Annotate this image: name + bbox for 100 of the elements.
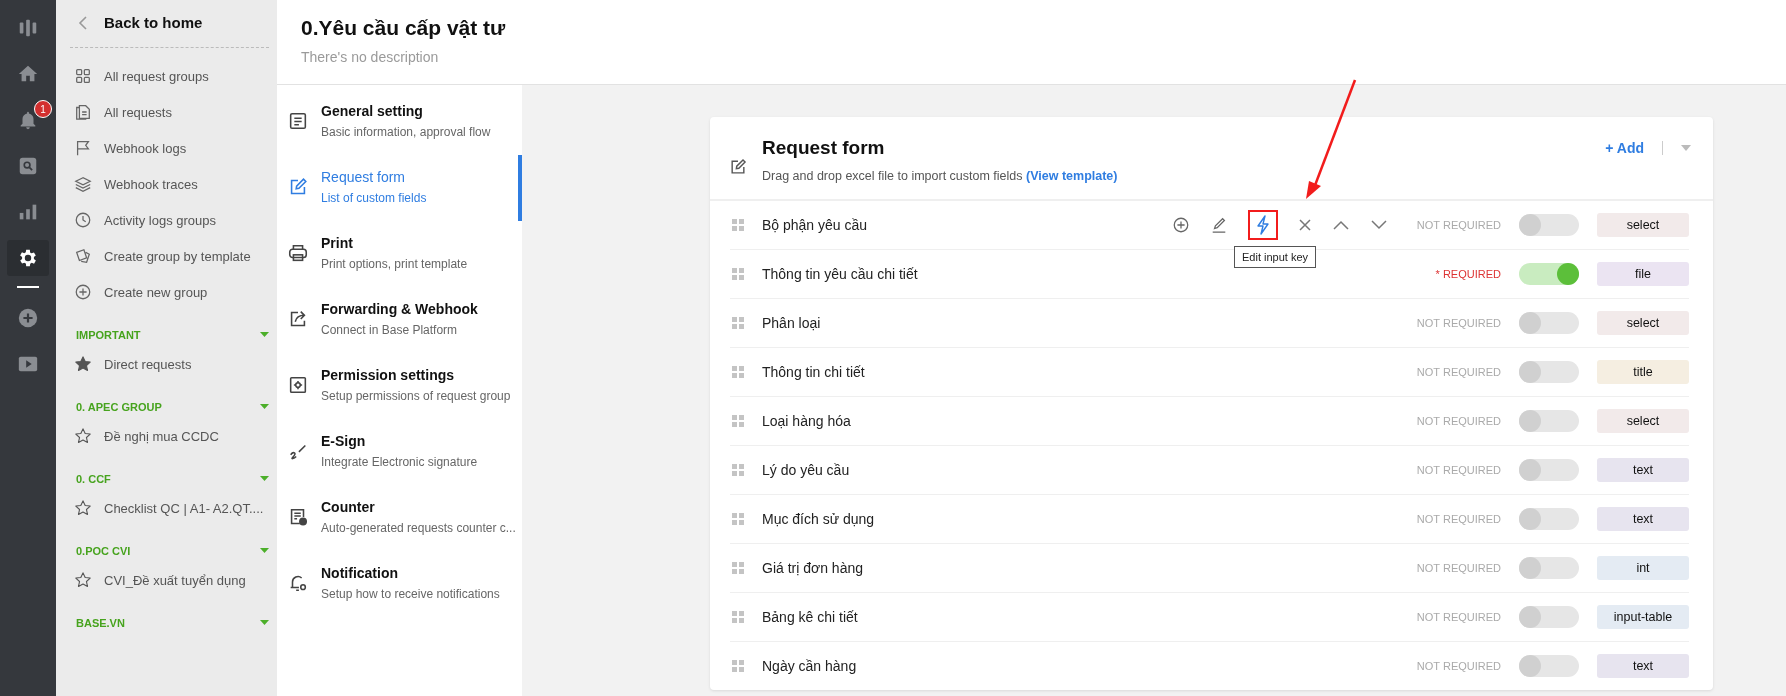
menu-item-subtitle: Setup how to receive notifications [321, 587, 500, 601]
menu-item-subtitle: Integrate Electronic signature [321, 455, 478, 469]
drag-handle-icon[interactable] [732, 660, 744, 672]
caret-down-icon[interactable] [260, 548, 269, 554]
required-toggle[interactable] [1519, 557, 1579, 579]
sidebar-item[interactable]: Đề nghị mua CCDC [70, 418, 269, 454]
field-label: Thông tin chi tiết [762, 364, 866, 380]
settings-menu-item[interactable]: Print Print options, print template [277, 221, 522, 287]
notification-badge: 1 [34, 100, 52, 118]
menu-item-subtitle: List of custom fields [321, 191, 427, 205]
drag-handle-icon[interactable] [732, 219, 744, 231]
required-toggle[interactable] [1519, 312, 1579, 334]
required-toggle[interactable] [1519, 361, 1579, 383]
menu-item-subtitle: Basic information, approval flow [321, 125, 491, 139]
settings-menu-item[interactable]: Permission settings Setup permissions of request group [277, 353, 522, 419]
drag-handle-icon[interactable] [732, 464, 744, 476]
caret-down-icon[interactable] [260, 620, 269, 626]
grid-icon [74, 67, 92, 85]
requirement-label: NOT REQUIRED [1415, 317, 1501, 329]
group-title: IMPORTANT [76, 329, 141, 341]
chevron-up-icon[interactable] [1332, 219, 1350, 231]
required-toggle[interactable] [1519, 263, 1579, 285]
required-toggle[interactable] [1519, 508, 1579, 530]
sidebar-item[interactable]: All request groups [70, 58, 269, 94]
field-type-tag: text [1597, 654, 1689, 678]
settings-menu-item[interactable]: General setting Basic information, approval flow [277, 89, 522, 155]
add-button[interactable]: + Add [1605, 140, 1644, 156]
settings-menu-item[interactable]: Notification Setup how to receive notifications [277, 551, 522, 617]
field-type-tag: select [1597, 311, 1689, 335]
settings-menu-item[interactable]: Counter Auto-generated requests counter c... [277, 485, 522, 551]
caret-down-icon[interactable] [260, 404, 269, 410]
import-hint: Drag and drop excel file to import custom fields (View template) [762, 169, 1119, 183]
field-type-tag: select [1597, 213, 1689, 237]
rail-button[interactable]: 1 [7, 102, 49, 138]
sidebar-item[interactable]: Create new group [70, 274, 269, 310]
field-label: Mục đích sử dụng [762, 511, 876, 527]
menu-item-subtitle: Connect in Base Platform [321, 323, 459, 337]
required-toggle[interactable] [1519, 410, 1579, 432]
caret-down-icon[interactable] [260, 476, 269, 482]
sidebar-item[interactable]: Direct requests [70, 346, 269, 382]
layers-icon [74, 175, 92, 193]
requirement-label: NOT REQUIRED [1415, 562, 1501, 574]
sidebar-item[interactable]: CVI_Đề xuất tuyển dụng [70, 562, 269, 598]
requirement-label: NOT REQUIRED [1415, 660, 1501, 672]
settings-menu-item[interactable]: Request form List of custom fields [277, 155, 522, 221]
drag-handle-icon[interactable] [732, 611, 744, 623]
requirement-label: NOT REQUIRED [1415, 513, 1501, 525]
drag-handle-icon[interactable] [732, 268, 744, 280]
flag-icon [74, 139, 92, 157]
group-title: 0. APEC GROUP [76, 401, 162, 413]
drag-handle-icon[interactable] [732, 317, 744, 329]
page-title: 0.Yêu cầu cấp vật tư [301, 16, 507, 40]
required-toggle[interactable] [1519, 606, 1579, 628]
plus-circle-icon[interactable] [1172, 216, 1190, 234]
requirement-label: * REQUIRED [1434, 268, 1501, 280]
cards-icon [74, 247, 92, 265]
documents-icon [74, 103, 92, 121]
field-label: Giá trị đơn hàng [762, 560, 864, 576]
settings-menu-item[interactable]: E-Sign Integrate Electronic signature [277, 419, 522, 485]
caret-down-icon[interactable] [1681, 145, 1691, 151]
group-title: 0. CCF [76, 473, 111, 485]
form-title: Request form [762, 137, 886, 159]
back-link[interactable]: Back to home [70, 0, 269, 45]
chevron-left-icon [78, 15, 88, 30]
sidebar-item[interactable]: Checklist QC | A1- A2.QT.... [70, 490, 269, 526]
field-label: Thông tin yêu cầu chi tiết [762, 266, 919, 282]
settings-icon [17, 247, 39, 269]
drag-handle-icon[interactable] [732, 513, 744, 525]
sidebar-item[interactable]: Create group by template [70, 238, 269, 274]
sidebar-item[interactable]: Activity logs groups [70, 202, 269, 238]
field-label: Phân loại [762, 315, 822, 331]
menu-item-title: General setting [321, 103, 424, 119]
field-type-tag: select [1597, 409, 1689, 433]
menu-item-title: Print [321, 235, 354, 251]
chevron-down-icon[interactable] [1370, 219, 1388, 231]
edit-icon [728, 157, 748, 177]
drag-handle-icon[interactable] [732, 415, 744, 427]
menu-item-title: Request form [321, 169, 407, 185]
sidebar-item[interactable]: All requests [70, 94, 269, 130]
caret-down-icon[interactable] [260, 332, 269, 338]
required-toggle[interactable] [1519, 459, 1579, 481]
requirement-label: NOT REQUIRED [1415, 415, 1501, 427]
settings-menu-item[interactable]: Forwarding & Webhook Connect in Base Platform [277, 287, 522, 353]
sidebar-item[interactable]: Webhook traces [70, 166, 269, 202]
rail-button[interactable] [7, 240, 49, 276]
plus-circle-icon [17, 307, 39, 329]
pencil-icon[interactable] [1210, 216, 1228, 234]
drag-handle-icon[interactable] [732, 366, 744, 378]
tooltip: Edit input key [1234, 246, 1317, 268]
close-icon[interactable] [1298, 218, 1312, 232]
required-toggle[interactable] [1519, 655, 1579, 677]
edit-input-key-button[interactable] [1248, 210, 1278, 240]
required-toggle[interactable] [1519, 214, 1579, 236]
menu-item-title: Permission settings [321, 367, 456, 383]
clock-icon [74, 211, 92, 229]
page-description: There's no description [301, 49, 440, 65]
field-label: Lý do yêu cầu [762, 462, 851, 478]
field-label: Ngày cần hàng [762, 658, 858, 674]
sidebar-item[interactable]: Webhook logs [70, 130, 269, 166]
drag-handle-icon[interactable] [732, 562, 744, 574]
